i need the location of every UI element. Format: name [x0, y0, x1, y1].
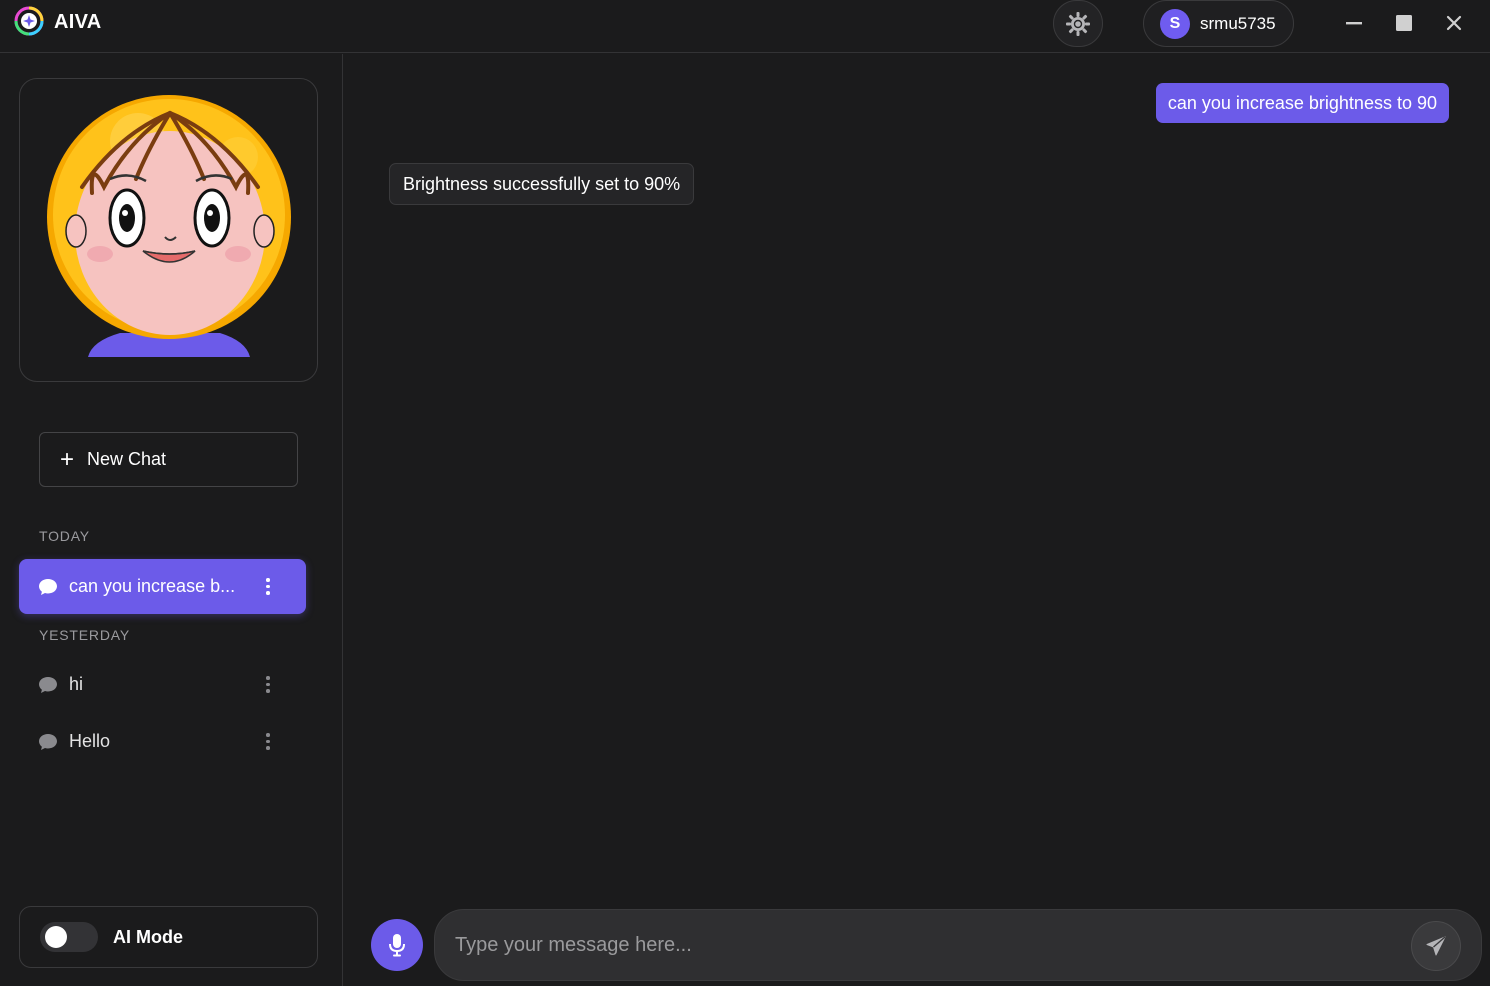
more-options-icon[interactable] — [258, 675, 278, 695]
more-options-icon[interactable] — [258, 577, 278, 597]
maximize-icon — [1396, 15, 1412, 31]
chat-bubble-icon — [39, 578, 57, 595]
app-title: AIVA — [54, 11, 102, 33]
send-icon — [1426, 936, 1446, 956]
close-button[interactable] — [1439, 8, 1469, 38]
assistant-avatar-illustration — [47, 95, 291, 357]
chat-history-item[interactable]: can you increase b... — [19, 559, 306, 614]
ai-mode-panel: AI Mode — [19, 906, 318, 968]
ai-mode-toggle[interactable] — [40, 922, 98, 952]
chat-history-item[interactable]: hi — [19, 657, 306, 712]
chat-history-item[interactable]: Hello — [19, 714, 306, 769]
minimize-icon — [1346, 22, 1362, 25]
chat-title: hi — [69, 674, 84, 694]
plus-icon: + — [60, 445, 75, 473]
chat-title: Hello — [69, 731, 111, 751]
maximize-button[interactable] — [1389, 8, 1419, 38]
gear-sun-icon — [1066, 11, 1090, 36]
section-label-yesterday: YESTERDAY — [39, 627, 130, 643]
chat-bubble-icon — [39, 676, 57, 693]
user-message: can you increase brightness to 90 — [1155, 83, 1449, 123]
close-icon — [1446, 15, 1462, 31]
section-label-today: TODAY — [39, 528, 90, 544]
message-input[interactable] — [455, 910, 1395, 980]
chat-area: can you increase brightness to 90 Bright… — [344, 54, 1490, 986]
chat-bubble-icon — [39, 733, 57, 750]
assistant-message: Brightness successfully set to 90% — [389, 163, 695, 205]
minimize-button[interactable] — [1339, 8, 1369, 38]
ai-mode-label: AI Mode — [113, 927, 183, 947]
message-input-container — [434, 909, 1482, 981]
username: srmu5735 — [1200, 14, 1276, 33]
toggle-knob — [45, 926, 67, 948]
title-bar: AIVA S srmu5735 — [0, 0, 1490, 53]
theme-toggle-button[interactable] — [1053, 0, 1103, 47]
chat-title: can you increase b... — [69, 576, 236, 596]
new-chat-label: New Chat — [87, 449, 167, 469]
user-profile-button[interactable]: S srmu5735 — [1143, 0, 1294, 47]
microphone-button[interactable] — [371, 919, 423, 971]
more-options-icon[interactable] — [258, 732, 278, 752]
send-button[interactable] — [1411, 921, 1461, 971]
new-chat-button[interactable]: + New Chat — [39, 432, 298, 487]
aiva-logo-icon — [14, 6, 44, 36]
microphone-icon — [389, 934, 405, 957]
sidebar: + New Chat TODAY can you increase b... Y… — [0, 54, 343, 986]
avatar: S — [1160, 9, 1190, 39]
assistant-avatar-card — [19, 78, 318, 382]
